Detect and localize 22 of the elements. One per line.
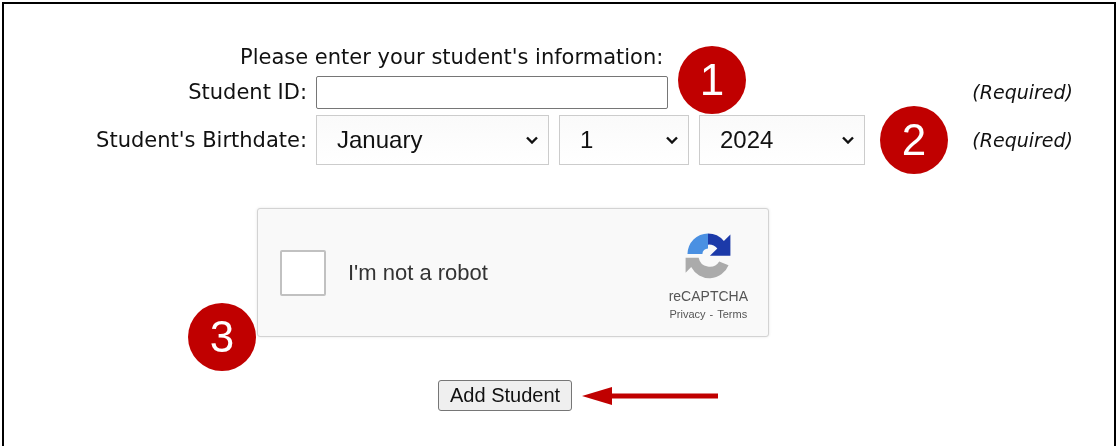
form-heading: Please enter your student's information: xyxy=(240,44,665,71)
callout-number: 1 xyxy=(678,46,746,114)
chevron-icon xyxy=(666,136,678,144)
dropdown[interactable]: 1 xyxy=(559,115,689,165)
privacy-link[interactable]: Privacy xyxy=(669,307,706,320)
dropdown[interactable]: 2024 xyxy=(699,115,865,165)
field-label: Student ID: xyxy=(187,80,308,104)
input-field[interactable] xyxy=(316,75,668,109)
dropdown[interactable]: January xyxy=(316,115,549,165)
chevron-icon xyxy=(526,136,538,144)
checkbox[interactable] xyxy=(280,249,326,296)
add-student-button[interactable]: Add Student xyxy=(438,380,573,411)
captcha-label: I'm not a robot xyxy=(348,259,488,286)
link-separator: - xyxy=(709,307,714,320)
required-note: (Required) xyxy=(972,129,1073,151)
callout-number: 3 xyxy=(188,302,256,371)
captcha-brand: reCAPTCHA xyxy=(668,287,748,304)
callout-number: 2 xyxy=(880,106,948,174)
required-note: (Required) xyxy=(972,81,1073,103)
chevron-icon xyxy=(842,136,854,144)
terms-link[interactable]: Terms xyxy=(717,307,748,320)
field-label: Student's Birthdate: xyxy=(95,128,308,152)
